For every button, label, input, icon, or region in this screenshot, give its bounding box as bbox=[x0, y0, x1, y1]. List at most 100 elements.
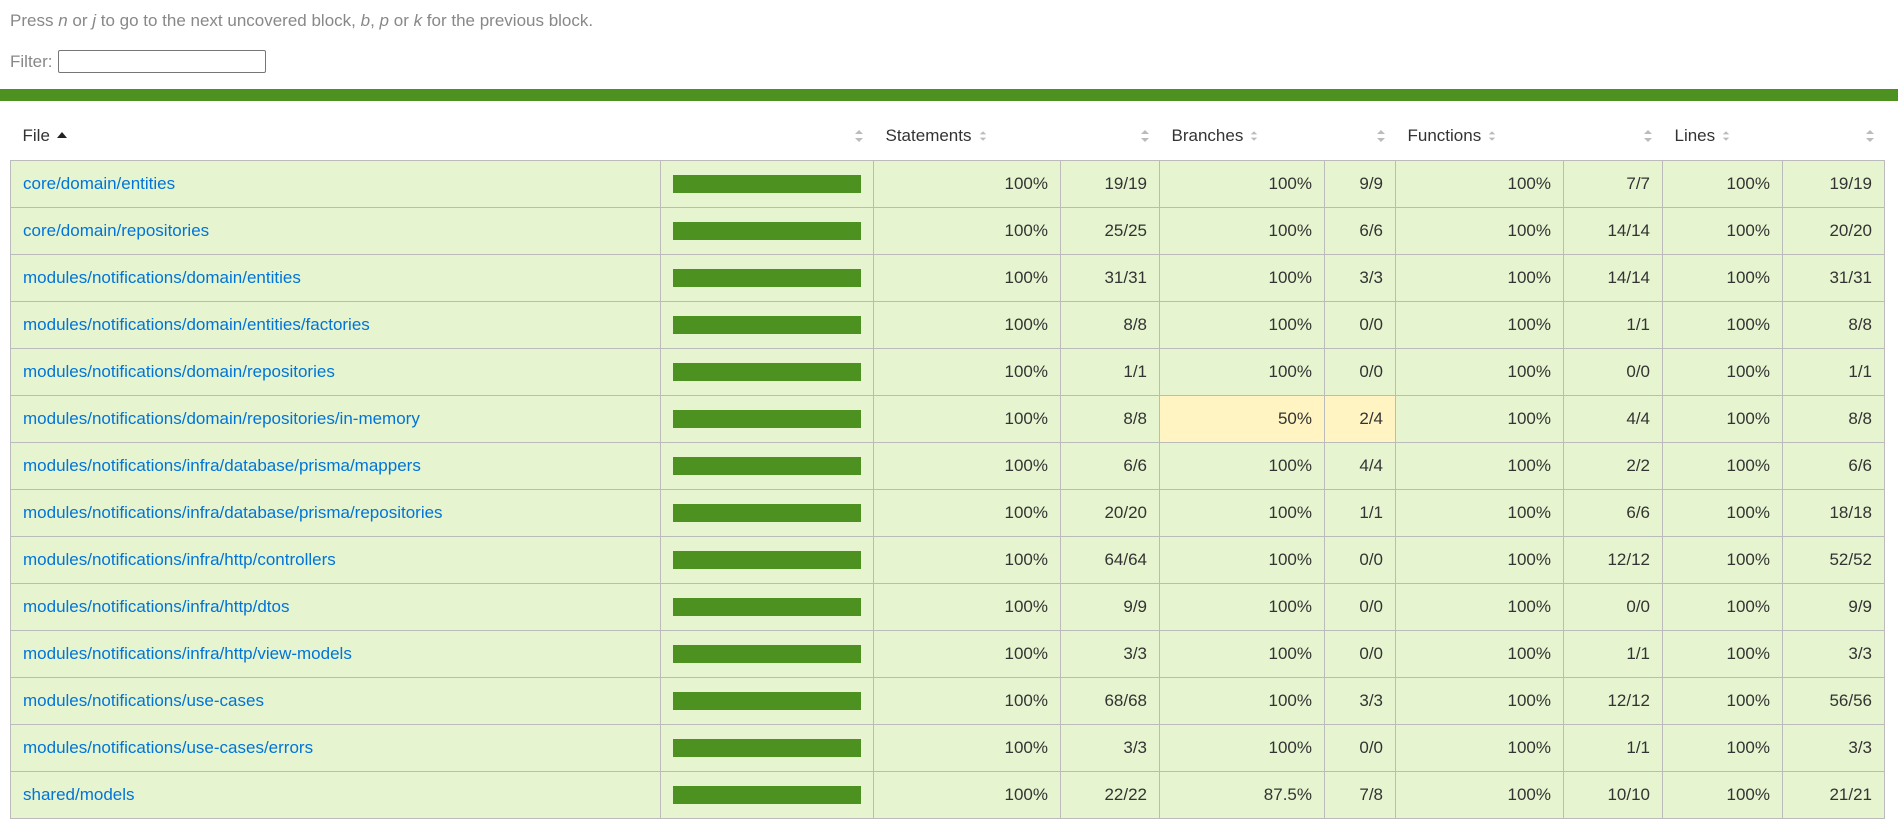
lines-pct: 100% bbox=[1662, 771, 1783, 819]
functions-abs: 12/12 bbox=[1563, 677, 1663, 725]
functions-abs: 14/14 bbox=[1563, 207, 1663, 255]
sort-icon bbox=[1376, 130, 1385, 142]
lines-abs: 3/3 bbox=[1782, 630, 1885, 678]
functions-abs: 14/14 bbox=[1563, 254, 1663, 302]
header-branches[interactable]: Branches bbox=[1160, 112, 1325, 161]
branches-pct: 100% bbox=[1159, 489, 1325, 537]
coverage-bar bbox=[673, 692, 861, 710]
table-body: core/domain/entities 100% 19/19 100% 9/9 100%… bbox=[10, 160, 1885, 819]
coverage-bar-cell bbox=[660, 254, 874, 302]
lines-abs: 56/56 bbox=[1782, 677, 1885, 725]
branches-abs: 9/9 bbox=[1324, 160, 1396, 208]
file-cell: modules/notifications/infra/http/view-mo… bbox=[10, 630, 661, 678]
file-link[interactable]: modules/notifications/infra/http/view-mo… bbox=[23, 644, 352, 663]
lines-abs: 52/52 bbox=[1782, 536, 1885, 584]
functions-pct: 100% bbox=[1395, 489, 1564, 537]
branches-abs: 6/6 bbox=[1324, 207, 1396, 255]
header-functions-abs[interactable] bbox=[1564, 112, 1663, 161]
file-link[interactable]: modules/notifications/domain/repositorie… bbox=[23, 362, 335, 381]
lines-abs: 8/8 bbox=[1782, 301, 1885, 349]
file-link[interactable]: modules/notifications/domain/entities/fa… bbox=[23, 315, 370, 334]
file-cell: modules/notifications/infra/database/pri… bbox=[10, 442, 661, 490]
statements-abs: 8/8 bbox=[1060, 395, 1160, 443]
header-statements[interactable]: Statements bbox=[874, 112, 1061, 161]
branches-abs: 3/3 bbox=[1324, 254, 1396, 302]
statements-pct: 100% bbox=[873, 536, 1061, 584]
file-link[interactable]: modules/notifications/infra/http/control… bbox=[23, 550, 336, 569]
header-coverage-chart[interactable] bbox=[661, 112, 874, 161]
coverage-bar bbox=[673, 504, 861, 522]
header-statements-abs[interactable] bbox=[1061, 112, 1160, 161]
statements-pct: 100% bbox=[873, 771, 1061, 819]
table-row: modules/notifications/infra/database/pri… bbox=[10, 442, 1885, 490]
branches-pct: 100% bbox=[1159, 536, 1325, 584]
branches-abs: 4/4 bbox=[1324, 442, 1396, 490]
sort-ascending-icon bbox=[56, 131, 67, 138]
statements-pct: 100% bbox=[873, 348, 1061, 396]
header-lines-abs[interactable] bbox=[1783, 112, 1885, 161]
file-cell: core/domain/repositories bbox=[10, 207, 661, 255]
lines-pct: 100% bbox=[1662, 160, 1783, 208]
branches-abs: 0/0 bbox=[1324, 724, 1396, 772]
branches-abs: 1/1 bbox=[1324, 489, 1396, 537]
header-functions[interactable]: Functions bbox=[1396, 112, 1564, 161]
lines-abs: 6/6 bbox=[1782, 442, 1885, 490]
filter-input[interactable] bbox=[57, 50, 266, 73]
file-link[interactable]: core/domain/repositories bbox=[23, 221, 209, 240]
file-link[interactable]: modules/notifications/infra/database/pri… bbox=[23, 503, 443, 522]
header-file[interactable]: File bbox=[11, 112, 661, 161]
lines-abs: 9/9 bbox=[1782, 583, 1885, 631]
file-cell: modules/notifications/infra/http/control… bbox=[10, 536, 661, 584]
branches-abs: 2/4 bbox=[1324, 395, 1396, 443]
file-link[interactable]: modules/notifications/infra/database/pri… bbox=[23, 456, 421, 475]
lines-pct: 100% bbox=[1662, 442, 1783, 490]
coverage-bar bbox=[673, 363, 861, 381]
file-link[interactable]: modules/notifications/infra/http/dtos bbox=[23, 597, 289, 616]
statements-abs: 9/9 bbox=[1060, 583, 1160, 631]
file-link[interactable]: modules/notifications/use-cases/errors bbox=[23, 738, 313, 757]
table-row: core/domain/entities 100% 19/19 100% 9/9 100%… bbox=[10, 160, 1885, 208]
file-link[interactable]: shared/models bbox=[23, 785, 135, 804]
statements-abs: 22/22 bbox=[1060, 771, 1160, 819]
lines-pct: 100% bbox=[1662, 489, 1783, 537]
sort-icon bbox=[979, 130, 986, 141]
file-link[interactable]: modules/notifications/domain/entities bbox=[23, 268, 301, 287]
coverage-bar-cell bbox=[660, 301, 874, 349]
header-lines[interactable]: Lines bbox=[1663, 112, 1783, 161]
file-link[interactable]: core/domain/entities bbox=[23, 174, 175, 193]
coverage-bar bbox=[673, 551, 861, 569]
coverage-bar bbox=[673, 786, 861, 804]
file-link[interactable]: modules/notifications/domain/repositorie… bbox=[23, 409, 420, 428]
branches-pct: 100% bbox=[1159, 207, 1325, 255]
lines-pct: 100% bbox=[1662, 254, 1783, 302]
functions-pct: 100% bbox=[1395, 442, 1564, 490]
file-cell: modules/notifications/use-cases bbox=[10, 677, 661, 725]
branches-pct: 100% bbox=[1159, 630, 1325, 678]
coverage-bar-cell bbox=[660, 207, 874, 255]
lines-pct: 100% bbox=[1662, 724, 1783, 772]
file-cell: modules/notifications/infra/http/dtos bbox=[10, 583, 661, 631]
lines-pct: 100% bbox=[1662, 583, 1783, 631]
branches-pct: 100% bbox=[1159, 442, 1325, 490]
file-link[interactable]: modules/notifications/use-cases bbox=[23, 691, 264, 710]
file-cell: shared/models bbox=[10, 771, 661, 819]
statements-pct: 100% bbox=[873, 301, 1061, 349]
filter-group: Filter: bbox=[10, 50, 266, 73]
functions-pct: 100% bbox=[1395, 536, 1564, 584]
lines-pct: 100% bbox=[1662, 677, 1783, 725]
table-row: modules/notifications/infra/database/pri… bbox=[10, 489, 1885, 537]
functions-pct: 100% bbox=[1395, 771, 1564, 819]
lines-abs: 31/31 bbox=[1782, 254, 1885, 302]
file-cell: core/domain/entities bbox=[10, 160, 661, 208]
sort-icon bbox=[1722, 130, 1730, 141]
functions-abs: 4/4 bbox=[1563, 395, 1663, 443]
statements-pct: 100% bbox=[873, 442, 1061, 490]
table-header-row: File Statements Branches Functions Lines bbox=[11, 112, 1885, 161]
statements-pct: 100% bbox=[873, 724, 1061, 772]
lines-abs: 19/19 bbox=[1782, 160, 1885, 208]
header-branches-abs[interactable] bbox=[1325, 112, 1396, 161]
branches-pct: 100% bbox=[1159, 677, 1325, 725]
functions-abs: 7/7 bbox=[1563, 160, 1663, 208]
functions-pct: 100% bbox=[1395, 724, 1564, 772]
file-cell: modules/notifications/infra/database/pri… bbox=[10, 489, 661, 537]
